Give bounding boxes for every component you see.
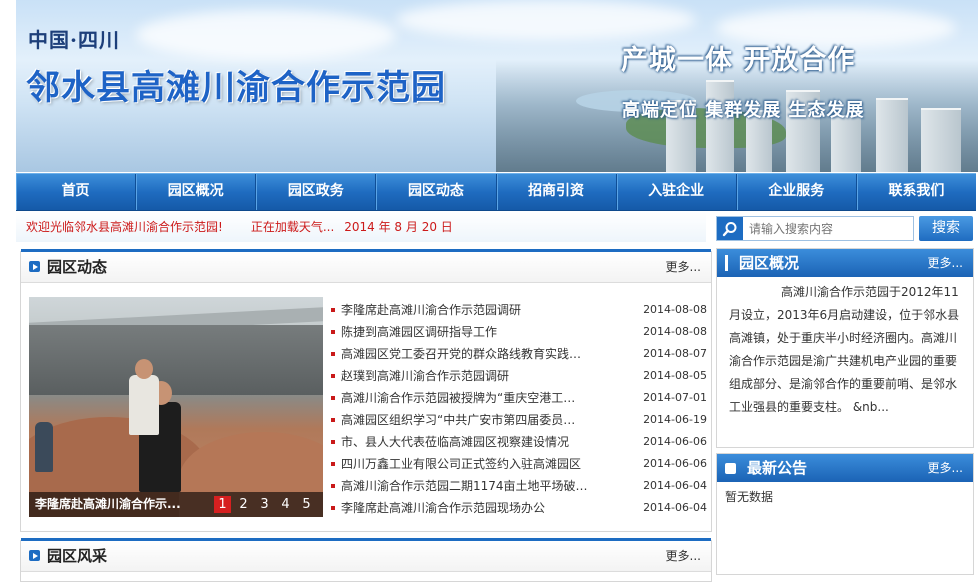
slogan-main: 产城一体 开放合作 (621, 45, 856, 76)
header-bar-icon (725, 255, 728, 271)
news-more-link[interactable]: 更多... (666, 252, 701, 282)
news-title[interactable]: 市、县人大代表莅临高滩园区视察建设情况 (341, 431, 591, 453)
style-panel-header: 园区风采 更多... (21, 538, 711, 572)
cloud (396, 0, 696, 40)
search-input[interactable] (743, 220, 911, 237)
nav-enterprises[interactable]: 入驻企业 (617, 174, 737, 210)
welcome-ticker: 欢迎光临邻水县高滩川渝合作示范园! 正在加载天气... 2014 年 8 月 20 … (16, 212, 706, 242)
slide-dot-1[interactable]: 1 (214, 496, 231, 513)
cloud (136, 10, 396, 60)
news-panel: 园区动态 更多... 李隆席赴高滩川渝合作示... 1 2 3 4 5 李隆席赴… (20, 249, 712, 532)
news-item[interactable]: 高滩川渝合作示范园被授牌为“重庆空港工… 2014-07-01 (331, 387, 707, 409)
news-title[interactable]: 高滩园区党工委召开党的群众路线教育实践… (341, 343, 591, 365)
current-date: 2014 年 8 月 20 日 (344, 220, 453, 234)
welcome-text: 欢迎光临邻水县高滩川渝合作示范园! (26, 220, 223, 234)
news-photo-slider[interactable]: 李隆席赴高滩川渝合作示... 1 2 3 4 5 (29, 297, 323, 517)
photo-caption-bar: 李隆席赴高滩川渝合作示... 1 2 3 4 5 (29, 492, 323, 517)
news-date: 2014-06-06 (643, 435, 707, 448)
news-item[interactable]: 高滩川渝合作示范园二期1174亩土地平场破… 2014-06-04 (331, 475, 707, 497)
arrow-bullet-icon (29, 550, 40, 561)
arrow-bullet-icon (29, 261, 40, 272)
style-panel-title: 园区风采 (47, 547, 108, 565)
news-title[interactable]: 赵璞到高滩川渝合作示范园调研 (341, 365, 591, 387)
header-banner: 中国·四川 邻水县高滩川渝合作示范园 产城一体 开放合作 高端定位 集群发展 生… (16, 0, 978, 172)
news-item[interactable]: 市、县人大代表莅临高滩园区视察建设情况 2014-06-06 (331, 431, 707, 453)
news-item[interactable]: 李隆席赴高滩川渝合作示范园现场办公 2014-06-04 (331, 497, 707, 519)
slide-dot-3[interactable]: 3 (256, 496, 273, 513)
nav-contact[interactable]: 联系我们 (857, 174, 976, 210)
photo-shed (29, 325, 323, 395)
site-title: 邻水县高滩川渝合作示范园 (26, 68, 446, 108)
news-date: 2014-06-04 (643, 479, 707, 492)
news-title[interactable]: 高滩川渝合作示范园被授牌为“重庆空港工… (341, 387, 591, 409)
news-title[interactable]: 高滩川渝合作示范园二期1174亩土地平场破… (341, 475, 591, 497)
nav-news[interactable]: 园区动态 (376, 174, 497, 210)
main-nav: 首页 园区概况 园区政务 园区动态 招商引资 入驻企业 企业服务 联系我们 (16, 173, 976, 211)
news-title[interactable]: 四川万鑫工业有限公司正式签约入驻高滩园区 (341, 453, 591, 475)
news-panel-header: 园区动态 更多... (21, 249, 711, 283)
news-date: 2014-07-01 (643, 391, 707, 404)
news-item[interactable]: 赵璞到高滩川渝合作示范园调研 2014-08-05 (331, 365, 707, 387)
news-date: 2014-08-08 (643, 303, 707, 316)
overview-more-link[interactable]: 更多... (928, 249, 963, 277)
news-date: 2014-08-05 (643, 369, 707, 382)
news-title[interactable]: 李隆席赴高滩川渝合作示范园现场办公 (341, 497, 591, 519)
weather-status: 正在加载天气... (250, 220, 335, 234)
search-icon[interactable] (717, 217, 743, 240)
building (706, 80, 734, 172)
nav-home[interactable]: 首页 (16, 174, 137, 210)
news-item[interactable]: 陈捷到高滩园区调研指导工作 2014-08-08 (331, 321, 707, 343)
news-date: 2014-06-19 (643, 413, 707, 426)
photo-person-head (135, 359, 153, 379)
nav-affairs[interactable]: 园区政务 (256, 174, 377, 210)
news-date: 2014-06-04 (643, 501, 707, 514)
notice-panel-title: 最新公告 (747, 459, 808, 477)
news-date: 2014-08-07 (643, 347, 707, 360)
style-panel: 园区风采 更多... (20, 538, 712, 582)
notice-more-link[interactable]: 更多... (928, 454, 963, 482)
photo-person (129, 375, 159, 435)
search-box (716, 216, 914, 241)
style-more-link[interactable]: 更多... (666, 541, 701, 571)
overview-panel-header: 园区概况 更多... (717, 249, 973, 277)
search-button[interactable]: 搜索 (919, 216, 973, 241)
slide-dot-4[interactable]: 4 (277, 496, 294, 513)
news-title[interactable]: 高滩园区组织学习“中共广安市第四届委员… (341, 409, 591, 431)
slide-dot-5[interactable]: 5 (298, 496, 315, 513)
news-item[interactable]: 高滩园区组织学习“中共广安市第四届委员… 2014-06-19 (331, 409, 707, 431)
news-panel-title: 园区动态 (47, 258, 108, 276)
region-label: 中国·四川 (28, 28, 120, 52)
news-title[interactable]: 李隆席赴高滩川渝合作示范园调研 (341, 299, 591, 321)
nav-overview[interactable]: 园区概况 (136, 174, 257, 210)
notice-empty-text: 暂无数据 (725, 490, 774, 504)
slide-pager: 1 2 3 4 5 (214, 496, 315, 513)
slide-dot-2[interactable]: 2 (235, 496, 252, 513)
overview-panel: 园区概况 更多... 高滩川渝合作示范园于2012年11月设立，2013年6月启… (716, 248, 974, 448)
building (876, 98, 908, 172)
overview-text: 高滩川渝合作示范园于2012年11月设立，2013年6月启动建设，位于邻水县高滩… (729, 285, 960, 414)
building (921, 108, 961, 172)
notice-panel-header: 最新公告 更多... (717, 454, 973, 482)
news-title[interactable]: 陈捷到高滩园区调研指导工作 (341, 321, 591, 343)
overview-panel-title: 园区概况 (739, 254, 800, 272)
building (831, 115, 861, 172)
slogan-sub: 高端定位 集群发展 生态发展 (622, 100, 865, 121)
news-date: 2014-06-06 (643, 457, 707, 470)
news-item[interactable]: 高滩园区党工委召开党的群众路线教育实践… 2014-08-07 (331, 343, 707, 365)
news-date: 2014-08-08 (643, 325, 707, 338)
photo-person (35, 422, 53, 472)
news-item[interactable]: 四川万鑫工业有限公司正式签约入驻高滩园区 2014-06-06 (331, 453, 707, 475)
notice-panel: 最新公告 更多... 暂无数据 (716, 453, 974, 575)
nav-services[interactable]: 企业服务 (737, 174, 857, 210)
arrow-bullet-icon (725, 463, 736, 474)
news-item[interactable]: 李隆席赴高滩川渝合作示范园调研 2014-08-08 (331, 299, 707, 321)
photo-caption[interactable]: 李隆席赴高滩川渝合作示... (35, 492, 181, 517)
nav-investment[interactable]: 招商引资 (497, 174, 617, 210)
news-list: 李隆席赴高滩川渝合作示范园调研 2014-08-08 陈捷到高滩园区调研指导工作 2… (331, 299, 707, 519)
